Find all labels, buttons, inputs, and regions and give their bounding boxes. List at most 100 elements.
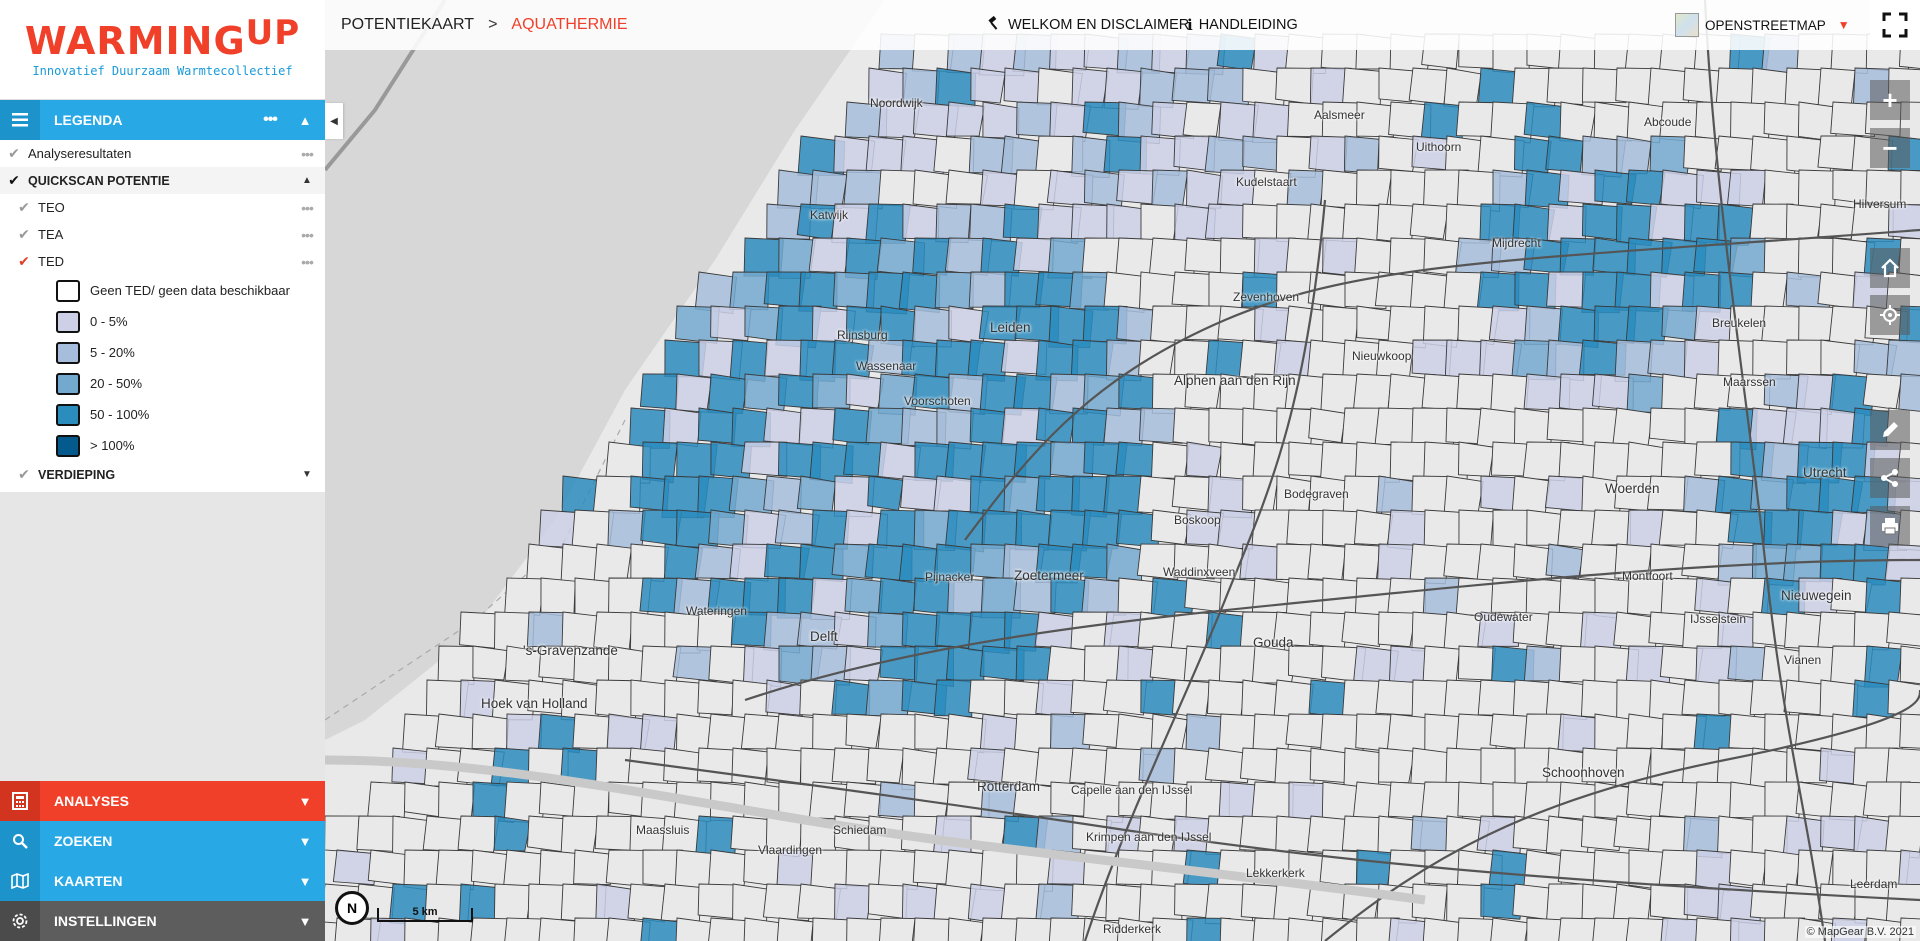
group-label: VERDIEPING [38,467,116,482]
more-options-icon[interactable]: ••• [289,227,325,243]
layer-row-analyseresultaten[interactable]: ✔ Analyseresultaten ••• [0,140,325,167]
map-region [1287,917,1327,941]
logo-wordmark: WARMINGUP [25,14,300,62]
more-options-icon[interactable]: ••• [255,111,285,129]
map-region [437,645,475,686]
more-options-icon[interactable]: ••• [289,254,325,270]
more-options-icon[interactable]: ••• [289,146,325,162]
map-region [970,67,1006,104]
scale-label: 5 km [412,906,438,918]
map-region [913,917,955,941]
home-icon [1881,258,1899,278]
chevron-up-icon[interactable]: ▲ [289,175,325,186]
map-region [630,543,669,582]
checkmark-icon[interactable]: ✔ [10,253,38,270]
legend-body: ✔ Analyseresultaten ••• ✔ QUICKSCAN POTE… [0,140,325,492]
map-layer[interactable] [325,0,1920,941]
chevron-up-icon[interactable]: ▲ [285,113,325,128]
map-region [1139,67,1177,109]
map-region [1306,815,1347,854]
checkmark-icon[interactable]: ✔ [10,226,38,243]
print-button[interactable] [1870,506,1910,546]
layer-row-ted[interactable]: ✔ TED ••• [0,248,325,275]
checkmark-icon[interactable]: ✔ [0,145,28,162]
map-icon [0,861,40,901]
chevron-down-icon: ▼ [1837,18,1850,32]
chevron-left-icon: ◀ [330,115,338,127]
legend-swatch [56,310,80,333]
draw-button[interactable] [1870,410,1910,450]
place-label: Hilversum [1853,197,1907,211]
map-region [1376,203,1416,244]
place-label: 's-Gravenzande [523,643,618,658]
map-region [526,543,567,582]
share-button[interactable] [1870,458,1910,498]
north-arrow-icon: N [335,891,369,925]
kaarten-header[interactable]: KAARTEN ▼ [0,861,325,901]
map-region [1186,441,1223,478]
handleiding-link[interactable]: i HANDLEIDING [1187,16,1298,34]
map-region [1798,305,1835,346]
map-region [1182,101,1222,140]
map-region [1558,577,1599,615]
map-canvas[interactable] [325,0,1920,941]
map-region [1174,883,1212,919]
map-region [1523,305,1563,345]
map-region [1480,747,1519,788]
map-region [1218,101,1259,143]
info-icon: i [1187,16,1193,34]
welkom-disclaimer-link[interactable]: WELKOM EN DISCLAIMER [988,15,1189,34]
map-region [438,781,476,822]
checkmark-icon[interactable]: ✔ [0,172,28,189]
map-region [969,407,1007,445]
group-row-verdieping[interactable]: ✔ VERDIEPING ▼ [0,461,325,488]
map-region [763,475,802,515]
analyses-header[interactable]: ANALYSES ▼ [0,781,325,821]
map-region [935,203,972,244]
map-region [707,373,749,414]
place-label: Uithoorn [1416,140,1462,154]
checkmark-icon[interactable]: ✔ [10,466,38,483]
map-region [1241,679,1278,719]
home-button[interactable] [1870,248,1910,288]
map-region [934,67,977,107]
layer-row-teo[interactable]: ✔ TEO ••• [0,194,325,221]
more-options-icon[interactable]: ••• [289,200,325,216]
map-region [1377,611,1417,648]
map-region [697,679,736,716]
search-icon [0,821,40,861]
calculator-icon [0,781,40,821]
map-region [1013,441,1056,480]
locate-button[interactable] [1870,295,1910,335]
kaarten-label: KAARTEN [54,873,123,889]
place-label: Maassluis [636,823,690,837]
printer-icon [1882,518,1898,535]
chevron-down-icon: ▼ [298,873,312,889]
layer-row-tea[interactable]: ✔ TEA ••• [0,221,325,248]
place-label: Noordwijk [870,96,923,110]
legend-header[interactable]: LEGENDA ••• ▲ [0,100,325,140]
checkmark-icon[interactable]: ✔ [10,199,38,216]
map-region [1559,101,1597,142]
group-row-quickscan[interactable]: ✔ QUICKSCAN POTENTIE ▲ [0,167,325,194]
chevron-down-icon[interactable]: ▼ [289,469,325,480]
chevron-down-icon: ▼ [298,833,312,849]
breadcrumb-potentiekaart[interactable]: POTENTIEKAART [341,16,474,34]
map-region [1523,645,1566,682]
basemap-selector[interactable]: OPENSTREETMAP ▼ [1675,13,1850,37]
fullscreen-button[interactable] [1870,0,1920,50]
instellingen-header[interactable]: INSTELLINGEN ▼ [0,901,325,941]
instellingen-label: INSTELLINGEN [54,913,157,929]
map-region [1353,509,1394,546]
map-region [1172,407,1214,447]
zoeken-header[interactable]: ZOEKEN ▼ [0,821,325,861]
map-region [867,475,904,511]
map-region [538,509,578,548]
breadcrumb-separator: > [488,16,498,33]
collapse-sidebar-button[interactable]: ◀ [325,103,343,139]
map-region [630,679,668,718]
map-region [1014,917,1054,941]
basemap-thumbnail [1675,13,1699,37]
zoom-out-button[interactable]: − [1870,128,1910,168]
zoom-in-button[interactable]: + [1870,80,1910,120]
